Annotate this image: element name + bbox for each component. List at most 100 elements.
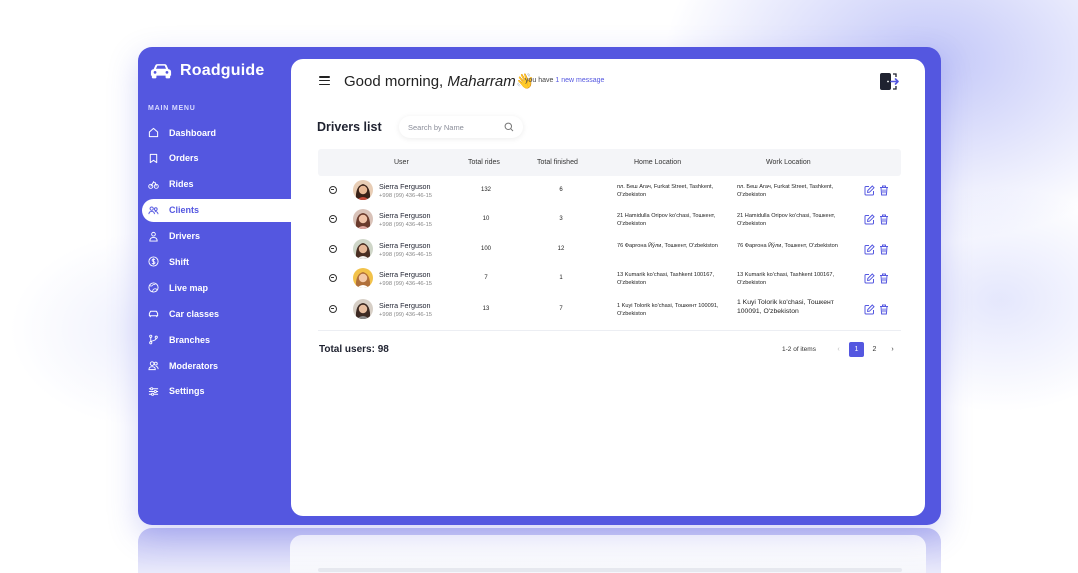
- table-row[interactable]: Sierra Ferguson +998 (99) 436-46-15 10 3…: [318, 205, 901, 235]
- panel-reflection: [290, 535, 926, 573]
- total-rides: 13: [482, 306, 490, 312]
- home-location: пл. Беш Агач, Furkat Street, Tashkent, O…: [617, 184, 714, 198]
- users-icon: [148, 361, 159, 371]
- trash-icon[interactable]: [879, 244, 889, 255]
- total-finished: 1: [559, 275, 563, 281]
- avatar: [353, 180, 373, 200]
- table-divider: [318, 330, 901, 331]
- sidebar-item-moderators[interactable]: Moderators: [140, 354, 292, 377]
- user-phone: +998 (99) 436-46-15: [379, 252, 433, 258]
- column-header-work-location[interactable]: Work Location: [766, 159, 811, 166]
- sidebar-item-label: Live map: [169, 282, 209, 293]
- home-location: 13 Kumarik ko'chasi, Tashkent 100167, O'…: [617, 272, 715, 286]
- sidebar-item-rides[interactable]: Rides: [140, 173, 292, 196]
- sidebar-item-shift[interactable]: Shift: [140, 250, 292, 273]
- sliders-icon: [148, 387, 159, 396]
- avatar: [353, 268, 373, 288]
- column-header-total-rides[interactable]: Total rides: [468, 159, 500, 166]
- pagination-prev-button[interactable]: ‹: [831, 342, 846, 357]
- search-input[interactable]: [408, 122, 498, 132]
- search-icon[interactable]: [504, 122, 514, 132]
- column-header-home-location[interactable]: Home Location: [634, 159, 681, 166]
- row-select-radio[interactable]: [329, 305, 337, 313]
- table-row[interactable]: Sierra Ferguson +998 (99) 436-46-15 132 …: [318, 176, 901, 206]
- trash-icon[interactable]: [879, 185, 889, 196]
- total-finished: 7: [559, 306, 563, 312]
- sidebar-item-label: Clients: [169, 205, 200, 216]
- note-prefix: you have: [525, 77, 556, 84]
- row-select-radio[interactable]: [329, 186, 337, 194]
- home-location: 76 Фарғона Йўли, Тошкент, O'zbekiston: [617, 243, 718, 249]
- sidebar-item-label: Drivers: [169, 231, 201, 242]
- greeting: Good morning, Maharram👋: [344, 72, 534, 90]
- avatar: [353, 209, 373, 229]
- row-select-radio[interactable]: [329, 274, 337, 282]
- sidebar-item-label: Moderators: [169, 360, 219, 371]
- menu-section-title: MAIN MENU: [148, 105, 196, 112]
- sidebar-item-settings[interactable]: Settings: [140, 380, 292, 403]
- sidebar-item-branches[interactable]: Branches: [140, 328, 292, 351]
- people-icon: [148, 206, 159, 214]
- edit-icon[interactable]: [864, 304, 875, 315]
- total-rides: 10: [482, 216, 490, 222]
- pagination-page-2[interactable]: 2: [867, 342, 882, 357]
- car-icon: [150, 64, 172, 79]
- message-note: you have 1 new message: [525, 77, 604, 84]
- edit-icon[interactable]: [864, 185, 875, 196]
- menu-toggle-icon[interactable]: [319, 76, 330, 86]
- sidebar-item-drivers[interactable]: Drivers: [140, 225, 292, 248]
- sidebar-item-label: Orders: [169, 153, 199, 164]
- column-header-user[interactable]: User: [394, 159, 409, 166]
- bike-icon: [148, 180, 159, 189]
- page-title: Drivers list: [317, 120, 382, 134]
- work-location: 76 Фарғона Йўли, Тошкент, O'zbekiston: [737, 243, 838, 249]
- user-name: Sierra Ferguson: [379, 270, 431, 279]
- total-rides: 132: [480, 187, 491, 193]
- sidebar-item-label: Dashboard: [169, 127, 217, 138]
- trash-icon[interactable]: [879, 304, 889, 315]
- user-name: Sierra Ferguson: [379, 182, 431, 191]
- sidebar-item-clients[interactable]: Clients: [142, 198, 292, 222]
- total-finished: 6: [559, 187, 563, 193]
- trash-icon[interactable]: [879, 214, 889, 225]
- user-phone: +998 (99) 436-46-15: [379, 193, 433, 199]
- sidebar-item-label: Shift: [169, 256, 189, 267]
- branch-icon: [149, 334, 158, 345]
- edit-icon[interactable]: [864, 273, 875, 284]
- sidebar-item-label: Car classes: [169, 308, 220, 319]
- avatar: [353, 299, 373, 319]
- user-name: Sierra Ferguson: [379, 301, 431, 310]
- sidebar-item-dashboard[interactable]: Dashboard: [140, 121, 292, 144]
- edit-icon[interactable]: [864, 214, 875, 225]
- sidebar-item-live-map[interactable]: Live map: [140, 276, 292, 299]
- table-row[interactable]: Sierra Ferguson +998 (99) 436-46-15 13 7…: [318, 295, 901, 325]
- logout-icon[interactable]: [879, 72, 899, 91]
- row-select-radio[interactable]: [329, 215, 337, 223]
- row-select-radio[interactable]: [329, 245, 337, 253]
- table-row[interactable]: Sierra Ferguson +998 (99) 436-46-15 7 1 …: [318, 264, 901, 294]
- pagination-page-1[interactable]: 1: [849, 342, 864, 357]
- trash-icon[interactable]: [879, 273, 889, 284]
- user-phone: +998 (99) 436-46-15: [379, 281, 433, 287]
- table-header: User Total rides Total finished Home Loc…: [318, 149, 901, 176]
- sidebar-menu: Dashboard Orders Rides Clients Drivers S…: [140, 121, 292, 406]
- total-finished: 12: [557, 246, 565, 252]
- column-header-total-finished[interactable]: Total finished: [537, 159, 578, 166]
- table-row[interactable]: Sierra Ferguson +998 (99) 436-46-15 100 …: [318, 235, 901, 265]
- new-message-link[interactable]: 1 new message: [555, 77, 604, 84]
- greeting-text: Good morning,: [344, 73, 448, 90]
- edit-icon[interactable]: [864, 244, 875, 255]
- home-location: 21 Hamidulla Oripov ko'chasi, Тошкент, O…: [617, 213, 716, 227]
- work-location: 21 Hamidulla Oripov ko'chasi, Тошкент, O…: [737, 213, 836, 227]
- brand[interactable]: Roadguide: [150, 62, 264, 80]
- work-location: пл. Беш Агач, Furkat Street, Tashkent, O…: [737, 184, 834, 198]
- sidebar-item-orders[interactable]: Orders: [140, 147, 292, 170]
- work-location: 13 Kumarik ko'chasi, Tashkent 100167, O'…: [737, 272, 835, 286]
- sidebar-item-label: Branches: [169, 334, 211, 345]
- pagination-next-button[interactable]: ›: [885, 342, 900, 357]
- sidebar-item-car-classes[interactable]: Car classes: [140, 302, 292, 325]
- search-box[interactable]: [399, 116, 523, 138]
- user-name: Sierra Ferguson: [379, 211, 431, 220]
- sidebar-item-label: Rides: [169, 179, 194, 190]
- user-name: Sierra Ferguson: [379, 241, 431, 250]
